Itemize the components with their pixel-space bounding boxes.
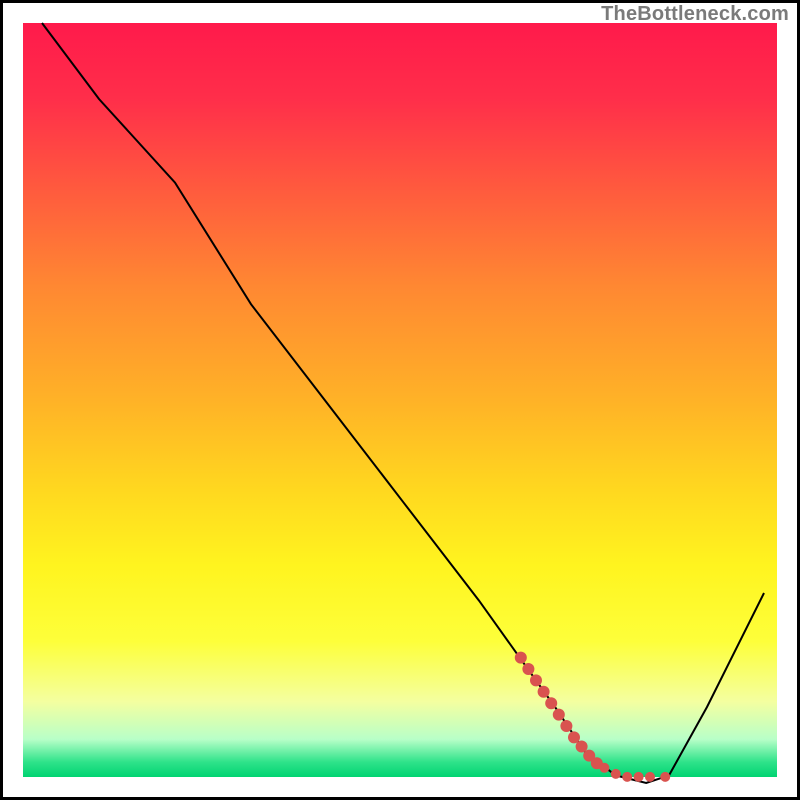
chart-gradient-background — [23, 23, 777, 777]
watermark-text: TheBottleneck.com — [601, 3, 789, 26]
chart-frame: TheBottleneck.com — [0, 0, 800, 800]
